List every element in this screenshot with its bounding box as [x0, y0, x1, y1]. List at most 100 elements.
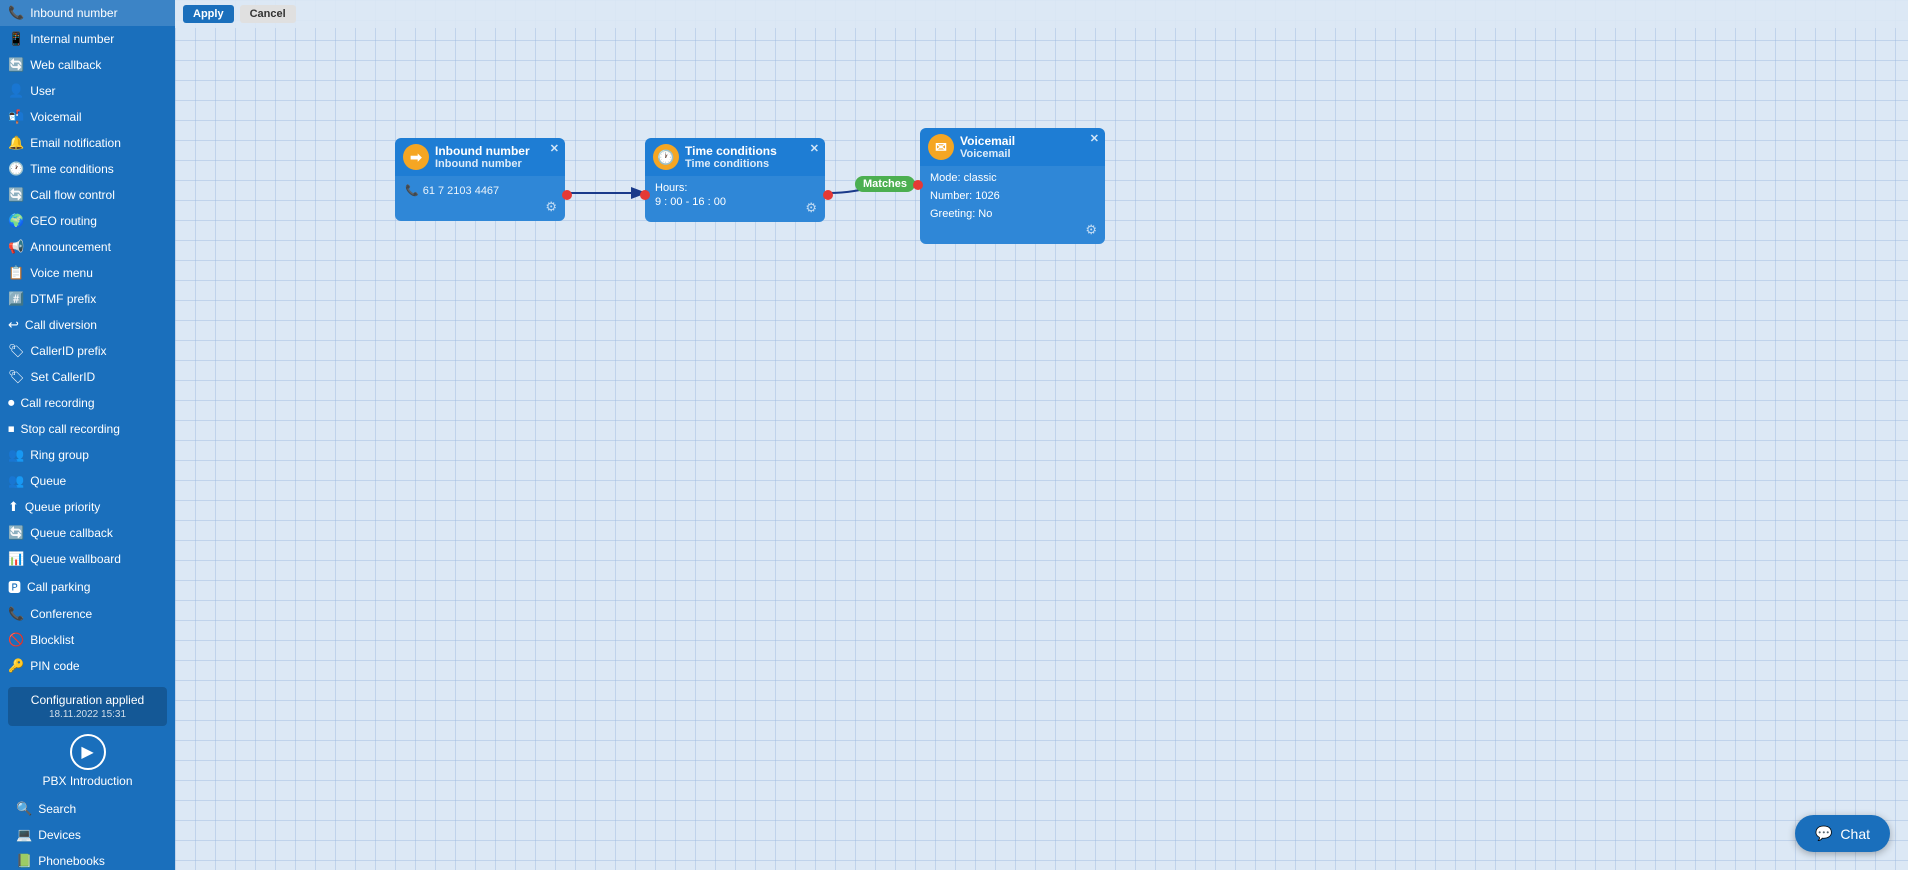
sidebar-item-label: Voice menu: [30, 266, 93, 280]
sidebar-item-label: Blocklist: [30, 633, 74, 647]
sidebar-item-queue-callback[interactable]: 🔄 Queue callback: [0, 520, 175, 546]
sidebar-item-label: Queue: [30, 474, 66, 488]
stop-recording-icon: ⏹: [8, 421, 15, 437]
sidebar-item-dtmf-prefix[interactable]: #️⃣ DTMF prefix: [0, 286, 175, 312]
cancel-button[interactable]: Cancel: [240, 5, 296, 23]
node-voicemail-close[interactable]: ✕: [1090, 132, 1099, 145]
sidebar-item-voicemail[interactable]: 📬 Voicemail: [0, 104, 175, 130]
chat-button[interactable]: 💬 Chat: [1795, 815, 1890, 852]
sidebar-item-devices[interactable]: 💻 Devices: [8, 822, 167, 848]
sidebar-item-phonebooks[interactable]: 📗 Phonebooks: [8, 848, 167, 870]
node-voicemail[interactable]: ✉ Voicemail Voicemail ✕ Mode: classic Nu…: [920, 128, 1105, 244]
conference-icon: 📞: [8, 606, 24, 622]
node-inbound[interactable]: ➡ Inbound number Inbound number ✕ 📞 61 7…: [395, 138, 565, 221]
sidebar-item-label: Voicemail: [30, 110, 81, 124]
sidebar-bottom: Configuration applied 18.11.2022 15:31 ▶…: [0, 679, 175, 870]
internal-number-icon: 📱: [8, 31, 24, 47]
sidebar-item-label: Queue callback: [30, 526, 113, 540]
call-diversion-icon: ↩: [8, 317, 19, 333]
play-button-wrap: ▶: [8, 734, 167, 770]
node-voicemail-body: Mode: classic Number: 1026 Greeting: No …: [920, 166, 1105, 244]
sidebar-item-callerid-prefix[interactable]: 🏷 CallerID prefix: [0, 338, 175, 364]
node-voicemail-title: Voicemail: [960, 134, 1015, 148]
sidebar-item-queue-priority[interactable]: ⬆ Queue priority: [0, 494, 175, 520]
sidebar-item-label: Queue wallboard: [30, 552, 121, 566]
node-time-subtitle: Time conditions: [685, 158, 777, 170]
conn-dot-time-left: [640, 190, 650, 200]
node-time-header: 🕐 Time conditions Time conditions ✕: [645, 138, 825, 176]
node-inbound-title: Inbound number: [435, 144, 530, 158]
sidebar-item-set-callerid[interactable]: 🏷 Set CallerID: [0, 364, 175, 390]
node-voicemail-gear[interactable]: ⚙: [1085, 222, 1097, 238]
voicemail-number: Number: 1026: [930, 190, 1095, 202]
apply-button[interactable]: Apply: [183, 5, 234, 23]
sidebar-item-call-parking[interactable]: 🅿 Call parking: [0, 572, 175, 601]
sidebar-item-label: Call diversion: [25, 318, 97, 332]
voicemail-mode: Mode: classic: [930, 172, 1095, 184]
sidebar-item-call-recording[interactable]: ⏺ Call recording: [0, 390, 175, 416]
sidebar-item-label: Time conditions: [30, 162, 114, 176]
conn-dot-voicemail-left: [913, 180, 923, 190]
sidebar-items-top: 📞 Inbound number 📱 Internal number 🔄 Web…: [0, 0, 175, 679]
pin-code-icon: 🔑: [8, 658, 24, 674]
node-voicemail-subtitle: Voicemail: [960, 148, 1015, 160]
sidebar-item-label: Queue priority: [25, 500, 100, 514]
sidebar-item-label: PIN code: [30, 659, 79, 673]
call-flow-icon: 🔄: [8, 187, 24, 203]
sidebar-item-conference[interactable]: 📞 Conference: [0, 601, 175, 627]
voicemail-greeting: Greeting: No: [930, 208, 1095, 220]
sidebar-item-search[interactable]: 🔍 Search: [8, 796, 167, 822]
sidebar-item-label: GEO routing: [30, 214, 97, 228]
sidebar-item-ring-group[interactable]: 👥 Ring group: [0, 442, 175, 468]
sidebar-item-blocklist[interactable]: 🚫 Blocklist: [0, 627, 175, 653]
user-icon: 👤: [8, 83, 24, 99]
node-voicemail-header: ✉ Voicemail Voicemail ✕: [920, 128, 1105, 166]
inbound-node-icon: ➡: [403, 144, 429, 170]
sidebar-item-user[interactable]: 👤 User: [0, 78, 175, 104]
node-inbound-close[interactable]: ✕: [550, 142, 559, 155]
flow-canvas: ➡ Inbound number Inbound number ✕ 📞 61 7…: [175, 28, 1908, 870]
sidebar-item-geo-routing[interactable]: 🌍 GEO routing: [0, 208, 175, 234]
node-time-title: Time conditions: [685, 144, 777, 158]
queue-callback-icon: 🔄: [8, 525, 24, 541]
sidebar-item-label: Email notification: [30, 136, 121, 150]
sidebar-item-web-callback[interactable]: 🔄 Web callback: [0, 52, 175, 78]
node-time-close[interactable]: ✕: [810, 142, 819, 155]
matches-label: Matches: [855, 176, 915, 192]
queue-wallboard-icon: 📊: [8, 551, 24, 567]
devices-icon: 💻: [16, 827, 32, 843]
call-recording-icon: ⏺: [8, 395, 15, 411]
node-inbound-gear[interactable]: ⚙: [545, 199, 557, 215]
sidebar-item-pin-code[interactable]: 🔑 PIN code: [0, 653, 175, 679]
time-hours-label: Hours:: [655, 182, 815, 194]
sidebar-item-time-conditions[interactable]: 🕐 Time conditions: [0, 156, 175, 182]
sidebar-item-label: Internal number: [30, 32, 114, 46]
sidebar-item-call-diversion[interactable]: ↩ Call diversion: [0, 312, 175, 338]
time-node-icon: 🕐: [653, 144, 679, 170]
voicemail-icon: 📬: [8, 109, 24, 125]
toolbar: Apply Cancel: [175, 0, 1908, 28]
queue-priority-icon: ⬆: [8, 499, 19, 515]
blocklist-icon: 🚫: [8, 632, 24, 648]
sidebar-item-label: Ring group: [30, 448, 89, 462]
config-applied-box: Configuration applied 18.11.2022 15:31: [8, 687, 167, 726]
dtmf-icon: #️⃣: [8, 291, 24, 307]
sidebar-item-queue-wallboard[interactable]: 📊 Queue wallboard: [0, 546, 175, 572]
sidebar-item-email-notification[interactable]: 🔔 Email notification: [0, 130, 175, 156]
sidebar-item-internal-number[interactable]: 📱 Internal number: [0, 26, 175, 52]
sidebar-item-inbound-number[interactable]: 📞 Inbound number: [0, 0, 175, 26]
sidebar-item-voice-menu[interactable]: 📋 Voice menu: [0, 260, 175, 286]
geo-routing-icon: 🌍: [8, 213, 24, 229]
node-time-gear[interactable]: ⚙: [805, 200, 817, 216]
sidebar-item-queue[interactable]: 👥 Queue: [0, 468, 175, 494]
sidebar-item-label: Conference: [30, 607, 92, 621]
voice-menu-icon: 📋: [8, 265, 24, 281]
sidebar-item-stop-call-recording[interactable]: ⏹ Stop call recording: [0, 416, 175, 442]
play-button[interactable]: ▶: [70, 734, 106, 770]
ring-group-icon: 👥: [8, 447, 24, 463]
node-time[interactable]: 🕐 Time conditions Time conditions ✕ Hour…: [645, 138, 825, 222]
queue-icon: 👥: [8, 473, 24, 489]
conn-dot-time-right: [823, 190, 833, 200]
sidebar-item-announcement[interactable]: 📢 Announcement: [0, 234, 175, 260]
sidebar-item-call-flow-control[interactable]: 🔄 Call flow control: [0, 182, 175, 208]
